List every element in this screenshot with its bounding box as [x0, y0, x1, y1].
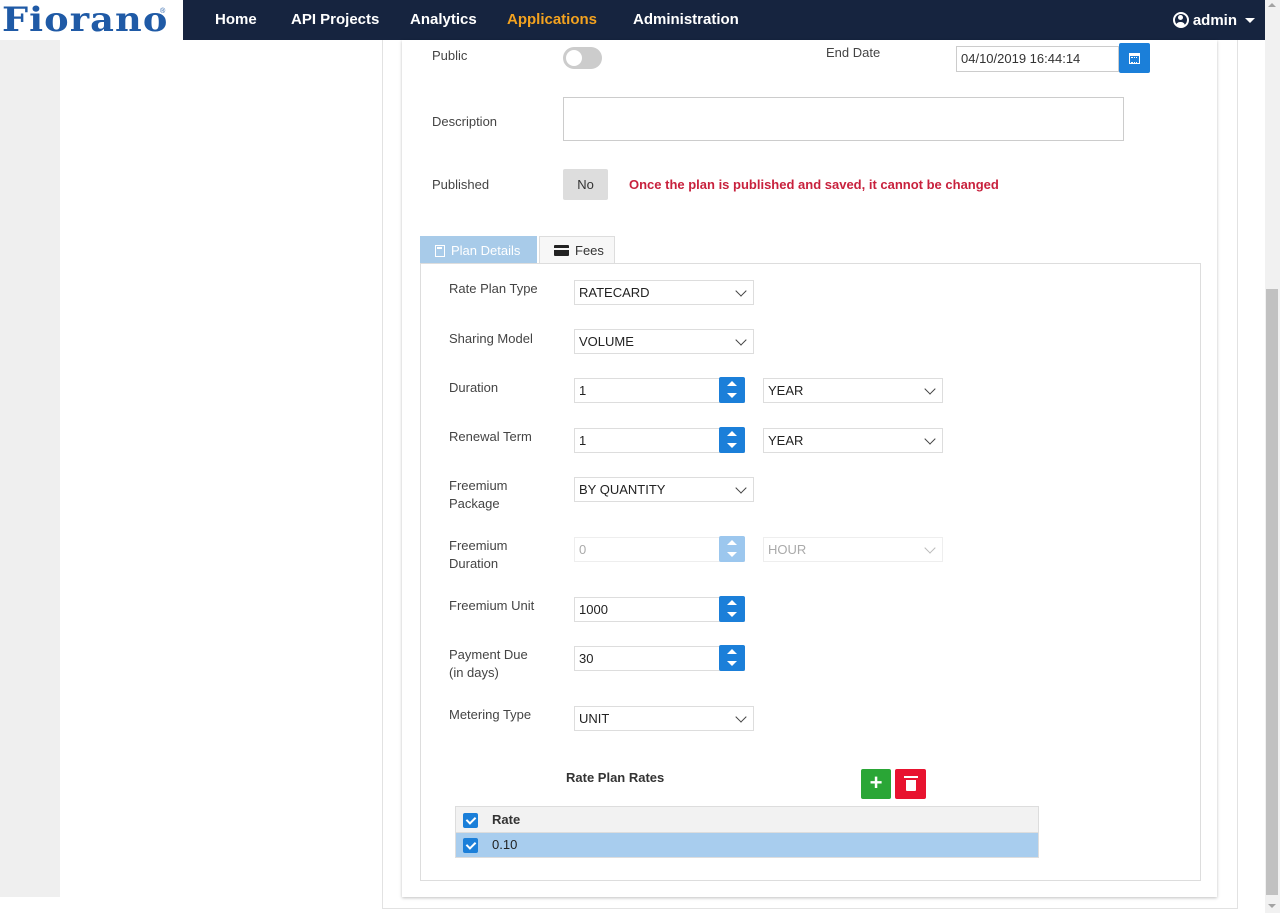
nav-analytics[interactable]: Analytics — [410, 0, 477, 40]
calculator-icon — [435, 244, 445, 257]
duration-label: Duration — [449, 380, 499, 395]
caret-down-icon — [1245, 17, 1255, 23]
nav-api-projects[interactable]: API Projects — [291, 0, 379, 40]
content-border — [382, 908, 1238, 909]
select-value: VOLUME — [579, 334, 634, 349]
row-checkbox[interactable] — [463, 838, 478, 853]
top-navbar: Fiorano ® Home API Projects Analytics Ap… — [0, 0, 1265, 40]
nav-applications[interactable]: Applications — [507, 0, 597, 40]
user-circle-icon — [1172, 12, 1189, 28]
chevron-down-icon — [924, 433, 936, 445]
chevron-down-icon — [735, 711, 747, 723]
fiorano-logo[interactable]: Fiorano ® — [0, 0, 183, 40]
select-value: BY QUANTITY — [579, 482, 666, 497]
published-label: Published — [432, 177, 490, 192]
renewal-term-label: Renewal Term — [449, 429, 532, 444]
freemium-unit-label: Freemium Unit — [449, 598, 535, 613]
sharing-model-label: Sharing Model — [449, 331, 533, 346]
description-label: Description — [432, 114, 498, 129]
chevron-down-icon — [924, 383, 936, 395]
chevron-down-icon — [735, 285, 747, 297]
tab-plan-details[interactable]: Plan Details — [420, 236, 537, 264]
arrow-up-icon[interactable] — [727, 600, 737, 605]
delete-rate-button[interactable] — [895, 769, 926, 799]
scroll-down-arrow-icon[interactable] — [1268, 904, 1276, 908]
chevron-down-icon — [735, 482, 747, 494]
label-line: Duration — [449, 556, 499, 571]
tab-label: Fees — [575, 243, 604, 258]
freemium-duration-stepper — [719, 536, 745, 562]
public-label: Public — [432, 48, 468, 63]
select-value: YEAR — [768, 383, 804, 398]
scrollbar-thumb[interactable] — [1266, 289, 1278, 895]
freemium-duration-label: Freemium Duration — [449, 537, 508, 573]
published-no-button[interactable]: No — [563, 169, 608, 200]
arrow-up-icon[interactable] — [727, 381, 737, 386]
grid-header: Rate — [456, 807, 1038, 833]
arrow-up-icon[interactable] — [727, 649, 737, 654]
chevron-down-icon — [735, 334, 747, 346]
renewal-term-unit-select[interactable]: YEAR — [763, 428, 943, 453]
select-all-checkbox[interactable] — [463, 813, 478, 828]
tab-fees[interactable]: Fees — [539, 236, 615, 264]
trash-icon — [903, 776, 918, 791]
scroll-up-arrow-icon[interactable] — [1268, 3, 1276, 7]
freemium-duration-unit-select: HOUR — [763, 537, 943, 562]
calendar-button[interactable] — [1119, 43, 1150, 73]
label-line: Package — [449, 496, 500, 511]
duration-stepper[interactable] — [719, 377, 745, 403]
select-value: YEAR — [768, 433, 804, 448]
rate-cell[interactable]: 0.10 — [492, 837, 517, 852]
arrow-down-icon[interactable] — [727, 393, 737, 398]
label-line: (in days) — [449, 665, 499, 680]
user-name: admin — [1192, 11, 1237, 29]
arrow-down-icon[interactable] — [727, 612, 737, 617]
label-line: Freemium — [449, 538, 508, 553]
metering-type-label: Metering Type — [449, 707, 532, 722]
chevron-down-icon — [924, 542, 936, 554]
arrow-down-icon — [727, 552, 737, 557]
payment-due-label: Payment Due (in days) — [449, 646, 528, 682]
rate-plan-type-label: Rate Plan Type — [449, 281, 538, 296]
arrow-up-icon — [727, 540, 737, 545]
freemium-package-label: Freemium Package — [449, 477, 508, 513]
metering-type-select[interactable]: UNIT — [574, 706, 754, 731]
payment-due-stepper[interactable] — [719, 645, 745, 671]
rate-plan-type-select[interactable]: RATECARD — [574, 280, 754, 305]
nav-home[interactable]: Home — [215, 0, 257, 40]
rate-plan-rates-title: Rate Plan Rates — [566, 770, 665, 785]
logo-text: Fiorano — [2, 0, 169, 40]
content-border — [1237, 40, 1238, 908]
arrow-up-icon[interactable] — [727, 431, 737, 436]
content-border — [382, 40, 383, 908]
public-toggle[interactable] — [563, 47, 602, 69]
arrow-down-icon[interactable] — [727, 661, 737, 666]
left-gutter — [0, 40, 60, 897]
published-warning: Once the plan is published and saved, it… — [629, 177, 999, 192]
renewal-term-stepper[interactable] — [719, 427, 745, 453]
nav-administration[interactable]: Administration — [633, 0, 739, 40]
select-value: HOUR — [768, 542, 807, 557]
user-menu[interactable]: admin — [1172, 0, 1255, 40]
duration-unit-select[interactable]: YEAR — [763, 378, 943, 403]
add-rate-button[interactable]: + — [861, 769, 891, 799]
freemium-package-select[interactable]: BY QUANTITY — [574, 477, 754, 502]
label-line: Freemium — [449, 478, 508, 493]
table-row[interactable]: 0.10 — [456, 833, 1038, 857]
rates-grid: Rate 0.10 — [455, 806, 1039, 858]
end-date-input[interactable]: 04/10/2019 16:44:14 — [956, 46, 1119, 72]
plan-details-panel — [420, 263, 1201, 881]
sharing-model-select[interactable]: VOLUME — [574, 329, 754, 354]
tab-label: Plan Details — [451, 243, 521, 258]
end-date-label: End Date — [826, 45, 881, 60]
credit-card-icon — [554, 245, 569, 256]
select-value: RATECARD — [579, 285, 650, 300]
freemium-unit-stepper[interactable] — [719, 596, 745, 622]
description-textarea[interactable] — [563, 97, 1124, 141]
calendar-icon — [1129, 52, 1140, 64]
arrow-down-icon[interactable] — [727, 443, 737, 448]
select-value: UNIT — [579, 711, 610, 726]
label-line: Payment Due — [449, 647, 528, 662]
rate-column-header[interactable]: Rate — [492, 812, 520, 827]
